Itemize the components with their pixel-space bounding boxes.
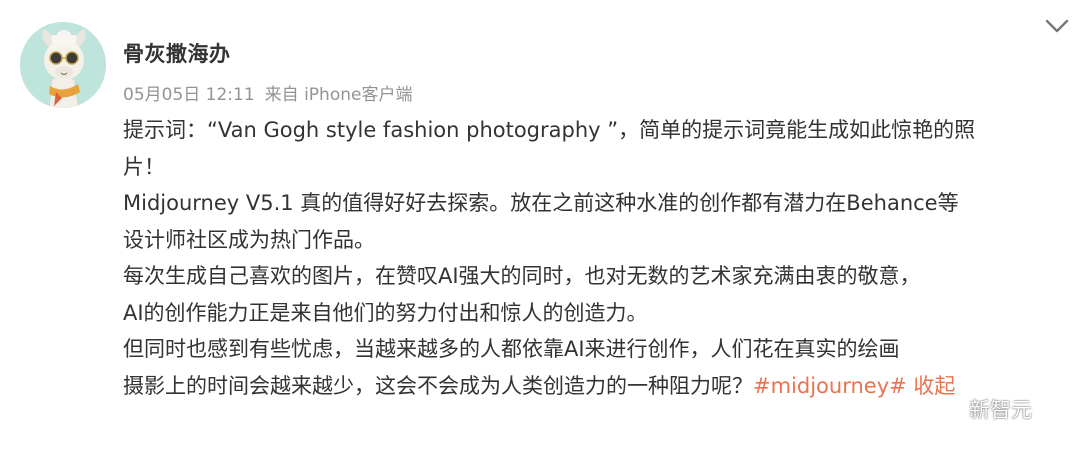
alpaca-avatar-icon [20,22,106,108]
wechat-icon [936,397,964,420]
author-name[interactable]: 骨灰撒海办 [123,38,231,68]
post-body-line: 提示词：“Van Gogh style fashion photography … [123,118,976,142]
hashtag-link[interactable]: #midjourney# [753,374,907,398]
post-body-line: 摄影上的时间会越来越少，这会不会成为人类创造力的一种阻力呢？ [123,373,753,398]
post-body: 提示词：“Van Gogh style fashion photography … [123,112,1068,404]
post-body-line: 设计师社区成为热门作品。 [123,227,375,252]
chevron-down-icon[interactable] [1044,16,1070,36]
post-body-line: 但同时也感到有些忧虑，当越来越多的人都依靠AI来进行创作，人们花在真实的绘画 [123,337,900,361]
avatar[interactable] [20,22,106,108]
watermark-text: 新智元 [969,398,1032,422]
post-meta: 05月05日 12:11 来自 iPhone客户端 [123,80,412,105]
post-body-line: AI的创作能力正是来自他们的努力付出和惊人的创造力。 [123,300,648,325]
weibo-post: 骨灰撒海办 05月05日 12:11 来自 iPhone客户端 提示词：“Van … [0,0,1080,455]
post-body-last-line: 摄影上的时间会越来越少，这会不会成为人类创造力的一种阻力呢？#midjourne… [123,368,1068,405]
post-source: 来自 iPhone客户端 [264,85,413,105]
post-body-line: 每次生成自己喜欢的图片，在赞叹AI强大的同时，也对无数的艺术家充满由衷的敬意， [123,264,921,288]
post-body-line: Midjourney V5.1 真的值得好好去探索。放在之前这种水准的创作都有潜… [123,191,959,215]
post-timestamp[interactable]: 05月05日 12:11 [123,85,255,105]
post-body-line: 片！ [123,154,165,179]
watermark: 新智元 [935,393,1032,425]
